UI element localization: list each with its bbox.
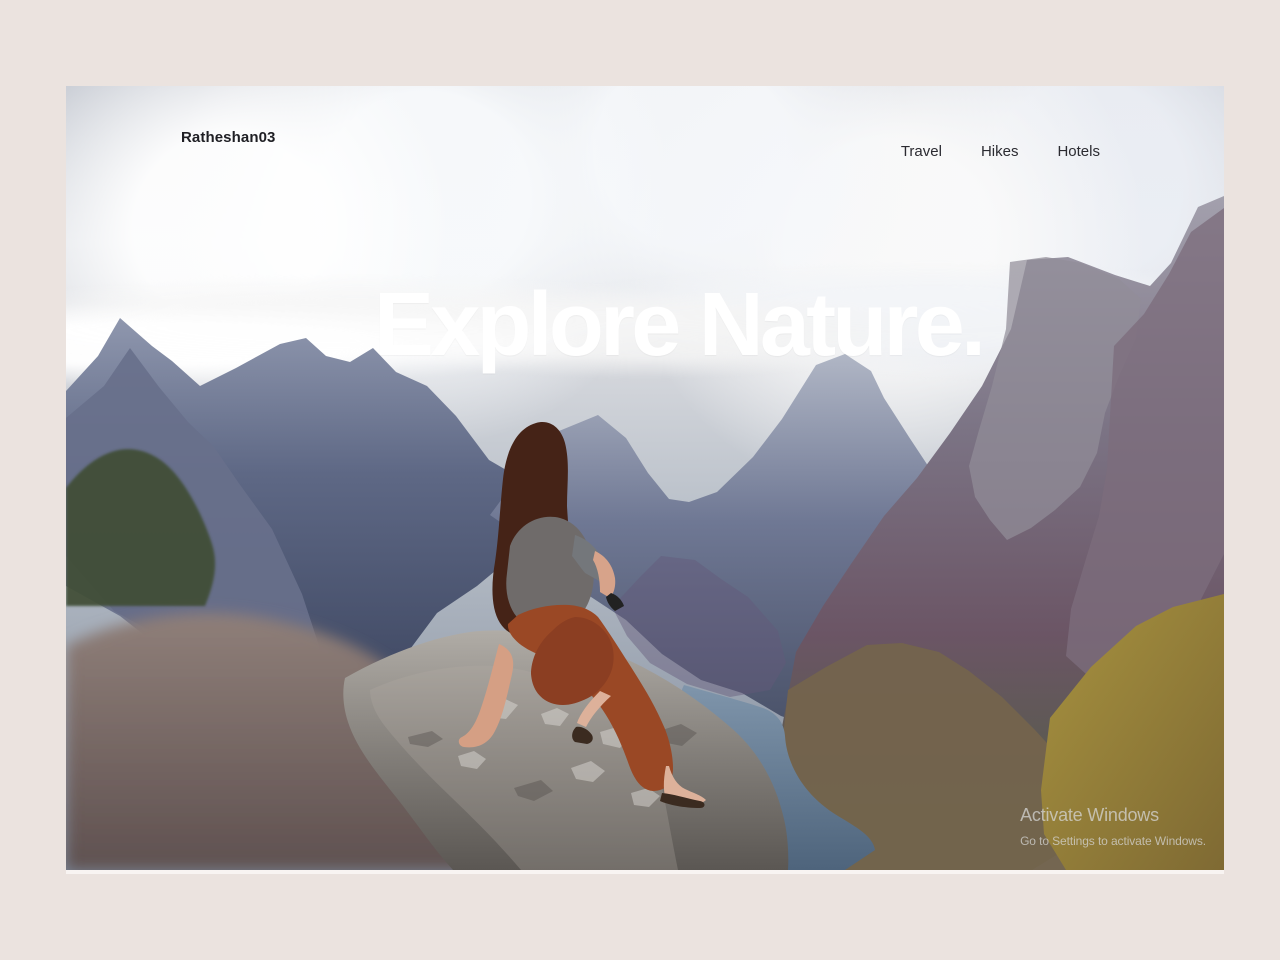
nav-link-hotels[interactable]: Hotels (1057, 144, 1100, 159)
watermark-title: Activate Windows (1020, 805, 1159, 825)
watermark-subtitle: Go to Settings to activate Windows. (1020, 833, 1206, 848)
top-nav: Travel Hikes Hotels (901, 144, 1100, 159)
bottom-strip (66, 870, 1224, 874)
windows-activation-watermark: Activate Windows Go to Settings to activ… (1020, 805, 1206, 850)
nav-link-hikes[interactable]: Hikes (981, 144, 1019, 159)
hero-frame: Ratheshan03 Travel Hikes Hotels Explore … (66, 86, 1224, 870)
nav-link-travel[interactable]: Travel (901, 144, 942, 159)
hero-title: Explore Nature. (374, 275, 986, 375)
mountain-landscape-icon (66, 196, 1224, 870)
brand-label: Ratheshan03 (181, 129, 276, 146)
